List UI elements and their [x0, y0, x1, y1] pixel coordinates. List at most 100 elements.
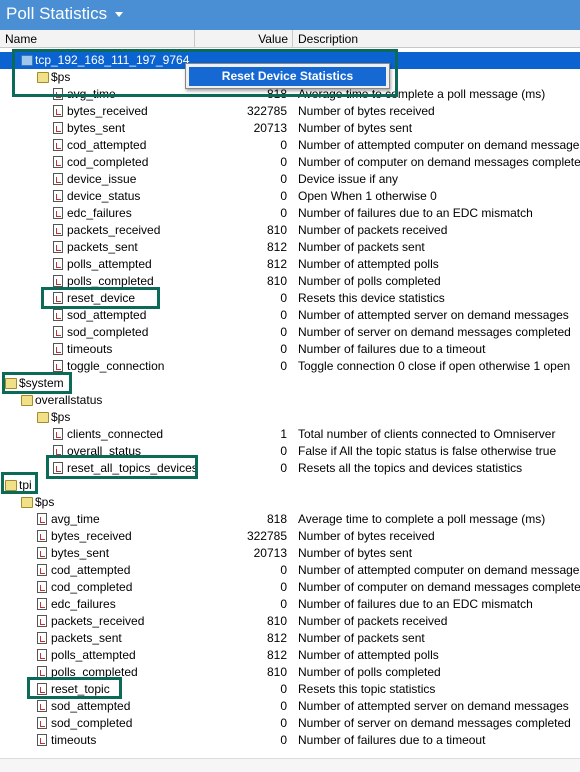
node-label: clients_connected [67, 427, 164, 441]
node-description: Resets this device statistics [298, 291, 445, 305]
document-icon [37, 581, 47, 593]
node-label: toggle_connection [67, 359, 165, 373]
title-bar: Poll Statistics [0, 0, 580, 30]
node-value: 322785 [246, 529, 287, 543]
node-description: Number of attempted computer on demand m… [298, 563, 580, 577]
node-label: reset_device [67, 291, 136, 305]
node-value: 0 [280, 325, 287, 339]
node-tpi-edc-failures[interactable]: edc_failures 0 Number of failures due to a… [0, 596, 580, 613]
node-tpi-bytes-sent[interactable]: bytes_sent 20713 Number of bytes sent [0, 545, 580, 562]
node-packets-sent[interactable]: packets_sent 812 Number of packets sent [0, 239, 580, 256]
document-icon [53, 445, 63, 457]
column-header-value[interactable]: Value [195, 30, 293, 48]
node-value: 0 [280, 172, 287, 186]
title-dropdown-icon[interactable] [115, 12, 123, 17]
statistics-tree: tcp_192_168_111_197_9764 $ps avg_time 818 Av… [0, 49, 580, 772]
node-description: Resets all the topics and devices statis… [298, 461, 523, 475]
node-label: overallstatus [35, 393, 103, 407]
node-label: cod_completed [67, 155, 149, 169]
node-tpi-polls-attempted[interactable]: polls_attempted 812 Number of attempted po… [0, 647, 580, 664]
node-tpi-avg-time[interactable]: avg_time 818 Average time to complete a po… [0, 511, 580, 528]
node-cod-completed[interactable]: cod_completed 0 Number of computer on dema… [0, 154, 580, 171]
node-tpi-sod-attempted[interactable]: sod_attempted 0 Number of attempted server… [0, 698, 580, 715]
node-value: 0 [280, 461, 287, 475]
node-description: Number of failures due to an EDC mismatc… [298, 206, 533, 220]
node-toggle-connection[interactable]: toggle_connection 0 Toggle connection 0 cl… [0, 358, 580, 375]
node-description: False if All the topic status is false o… [298, 444, 557, 458]
node-label: $ps [51, 70, 71, 84]
node-label: overall_status [67, 444, 142, 458]
document-icon [53, 156, 63, 168]
node-edc-failures[interactable]: edc_failures 0 Number of failures due to a… [0, 205, 580, 222]
document-icon [53, 88, 63, 100]
node-description: Number of failures due to an EDC mismatc… [298, 597, 533, 611]
node-tpi-packets-received[interactable]: packets_received 810 Number of packets rec… [0, 613, 580, 630]
node-device-issue[interactable]: device_issue 0 Device issue if any [0, 171, 580, 188]
folder-icon [37, 72, 49, 83]
node-description: Number of bytes received [298, 529, 435, 543]
node-polls-attempted[interactable]: polls_attempted 812 Number of attempted po… [0, 256, 580, 273]
node-overallstatus-ps[interactable]: $ps [0, 409, 580, 426]
document-icon [37, 564, 47, 576]
node-label: sod_attempted [67, 308, 147, 322]
node-description: Number of polls completed [298, 274, 441, 288]
context-menu: Reset Device Statistics [185, 63, 390, 89]
node-polls-completed[interactable]: polls_completed 810 Number of polls comple… [0, 273, 580, 290]
document-icon [53, 139, 63, 151]
node-sod-completed[interactable]: sod_completed 0 Number of server on demand… [0, 324, 580, 341]
node-system[interactable]: $system [0, 375, 580, 392]
node-tpi-sod-completed[interactable]: sod_completed 0 Number of server on demand… [0, 715, 580, 732]
folder-icon [37, 412, 49, 423]
node-tpi[interactable]: tpi [0, 477, 580, 494]
node-tpi-cod-attempted[interactable]: cod_attempted 0 Number of attempted comput… [0, 562, 580, 579]
node-value: 0 [280, 597, 287, 611]
node-reset-all-topics-devices[interactable]: reset_all_topics_devices 0 Resets all the … [0, 460, 580, 477]
node-description: Number of attempted polls [298, 257, 439, 271]
node-value: 818 [266, 512, 287, 526]
node-bytes-received[interactable]: bytes_received 322785 Number of bytes rece… [0, 103, 580, 120]
node-device-status[interactable]: device_status 0 Open When 1 otherwise 0 [0, 188, 580, 205]
node-tpi-timeouts[interactable]: timeouts 0 Number of failures due to a tim… [0, 732, 580, 749]
node-value: 0 [280, 342, 287, 356]
node-value: 0 [280, 206, 287, 220]
document-icon [37, 632, 47, 644]
node-reset-topic[interactable]: reset_topic 0 Resets this topic statistics [0, 681, 580, 698]
node-overallstatus[interactable]: overallstatus [0, 392, 580, 409]
node-tpi-cod-completed[interactable]: cod_completed 0 Number of computer on dema… [0, 579, 580, 596]
node-label: device_status [67, 189, 141, 203]
node-description: Toggle connection 0 close if open otherw… [298, 359, 571, 373]
node-label: polls_attempted [51, 648, 136, 662]
node-overall-status[interactable]: overall_status 0 False if All the topic st… [0, 443, 580, 460]
node-reset-device[interactable]: reset_device 0 Resets this device statisti… [0, 290, 580, 307]
node-timeouts[interactable]: timeouts 0 Number of failures due to a tim… [0, 341, 580, 358]
node-description: Number of server on demand messages comp… [298, 325, 571, 339]
node-value: 0 [280, 699, 287, 713]
node-tpi-polls-completed[interactable]: polls_completed 810 Number of polls comple… [0, 664, 580, 681]
node-label: cod_attempted [67, 138, 147, 152]
node-value: 812 [266, 631, 287, 645]
node-value: 0 [280, 733, 287, 747]
document-icon [37, 598, 47, 610]
node-value: 812 [266, 257, 287, 271]
document-icon [37, 700, 47, 712]
node-label: bytes_sent [51, 546, 110, 560]
node-bytes-sent[interactable]: bytes_sent 20713 Number of bytes sent [0, 120, 580, 137]
node-label: packets_received [51, 614, 145, 628]
node-value: 0 [280, 682, 287, 696]
column-header-name[interactable]: Name [0, 30, 195, 48]
node-tpi-bytes-received[interactable]: bytes_received 322785 Number of bytes rece… [0, 528, 580, 545]
folder-icon [5, 378, 17, 389]
node-sod-attempted[interactable]: sod_attempted 0 Number of attempted server… [0, 307, 580, 324]
column-header-description[interactable]: Description [293, 30, 580, 48]
window-title: Poll Statistics [6, 4, 108, 23]
node-clients-connected[interactable]: clients_connected 1 Total number of client… [0, 426, 580, 443]
node-label: cod_attempted [51, 563, 131, 577]
node-value: 810 [266, 665, 287, 679]
document-icon [53, 462, 63, 474]
node-cod-attempted[interactable]: cod_attempted 0 Number of attempted comput… [0, 137, 580, 154]
node-packets-received[interactable]: packets_received 810 Number of packets rec… [0, 222, 580, 239]
reset-device-statistics-menu-item[interactable]: Reset Device Statistics [189, 67, 386, 86]
node-tpi-ps[interactable]: $ps [0, 494, 580, 511]
node-value: 810 [266, 614, 287, 628]
node-tpi-packets-sent[interactable]: packets_sent 812 Number of packets sent [0, 630, 580, 647]
